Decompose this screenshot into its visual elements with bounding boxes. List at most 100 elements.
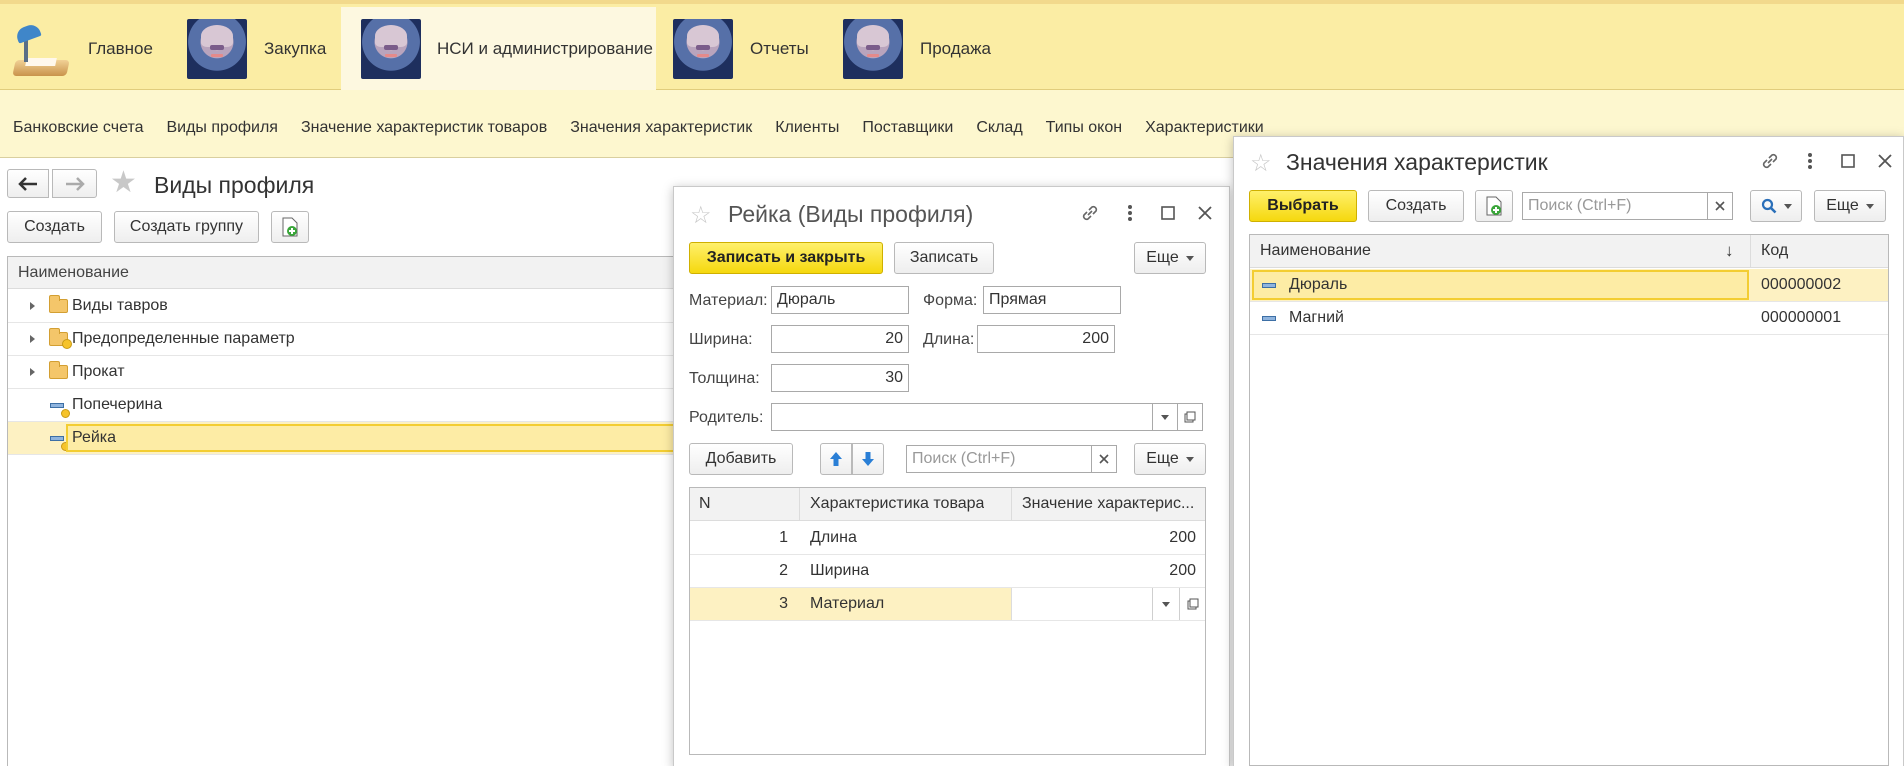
table-row[interactable]: Виды тавров [8,290,674,323]
section-purchase[interactable]: Закупка [187,7,327,91]
table-row-editing[interactable]: 3 Материал [690,588,1205,621]
section-reports-label: Отчеты [750,39,809,58]
chevron-down-icon [1162,601,1170,607]
favorite-star-icon[interactable]: ☆ [690,201,712,230]
clear-search-button[interactable] [1091,445,1117,473]
arrow-left-icon [18,176,37,191]
section-sales-icon [843,19,903,79]
parent-dropdown[interactable] [1152,403,1178,431]
copy-item-button[interactable] [1475,190,1513,222]
nav-bank-accounts[interactable]: Банковские счета [13,119,143,137]
create-button[interactable]: Создать [1368,190,1464,222]
selection-frame [66,424,686,452]
value-editor[interactable] [1011,588,1205,620]
parent-label: Родитель: [689,409,764,426]
section-sales[interactable]: Продажа [843,7,1003,91]
column-header-code[interactable]: Код [1761,242,1788,260]
chevron-down-icon [1161,414,1169,420]
table-search-input[interactable]: Поиск (Ctrl+F) [906,445,1092,473]
favorite-star-icon[interactable]: ☆ [1250,149,1272,178]
length-field[interactable]: 200 [977,325,1115,353]
maximize-icon[interactable] [1157,202,1179,224]
table-row[interactable]: Попечерина [8,389,674,422]
more-label: Еще [1146,249,1179,266]
predefined-element-icon [50,435,70,451]
maximize-icon[interactable] [1837,150,1859,172]
length-label: Длина: [923,331,975,348]
nav-profile-types[interactable]: Виды профиля [166,119,277,137]
open-form-icon [1187,598,1199,610]
search-input[interactable]: Поиск (Ctrl+F) [1522,192,1708,220]
save-and-close-button[interactable]: Записать и закрыть [689,242,883,274]
cell-n: 1 [779,529,788,546]
table-more-dropdown-button[interactable]: Еще [1134,443,1206,475]
more-dropdown-button[interactable]: Еще [1134,242,1206,274]
add-row-button[interactable]: Добавить [689,443,793,475]
clear-search-button[interactable] [1707,192,1733,220]
favorite-star-icon[interactable]: ★ [110,168,137,198]
close-icon[interactable] [1194,202,1216,224]
section-purchase-label: Закупка [264,39,327,58]
column-header-value[interactable]: Значение характерис... [1022,495,1202,513]
cell-n: 2 [779,562,788,579]
table-row[interactable]: Предопределенные параметр [8,323,674,356]
nav-characteristics[interactable]: Характеристики [1145,119,1264,137]
nav-product-characteristic-values[interactable]: Значение характеристик товаров [301,119,547,137]
nav-clients[interactable]: Клиенты [775,119,839,137]
window-title: Значения характеристик [1286,149,1548,175]
table-row-selected[interactable]: Рейка [8,422,686,455]
cell-value: 200 [1169,529,1196,546]
parent-open-button[interactable] [1177,403,1203,431]
create-button[interactable]: Создать [7,211,102,243]
parent-field[interactable] [771,403,1153,431]
close-icon[interactable] [1874,150,1896,172]
width-field[interactable]: 20 [771,325,909,353]
section-main[interactable]: Главное [8,7,158,91]
section-reports[interactable]: Отчеты [673,7,823,91]
table-row[interactable]: Магний 000000001 [1250,302,1888,335]
copy-item-button[interactable] [271,211,309,243]
nav-characteristic-values[interactable]: Значения характеристик [570,119,752,137]
create-group-button[interactable]: Создать группу [114,211,259,243]
expand-arrow-icon[interactable] [30,335,35,343]
page-title: Виды профиля [154,172,315,198]
section-nsi[interactable]: НСИ и администрирование [341,7,656,91]
column-header-name[interactable]: Наименование [8,257,674,289]
search-options-button[interactable] [1750,190,1802,222]
more-actions-icon[interactable] [1119,202,1141,224]
forward-button[interactable] [52,169,97,198]
predefined-folder-icon [49,328,72,349]
chevron-down-icon [1783,203,1792,209]
link-icon[interactable] [1759,150,1781,172]
nav-window-types[interactable]: Типы окон [1046,119,1122,137]
value-open-button[interactable] [1180,588,1206,620]
column-header-characteristic[interactable]: Характеристика товара [810,495,984,513]
value-dropdown[interactable] [1153,588,1179,620]
select-button[interactable]: Выбрать [1249,190,1357,222]
expand-arrow-icon[interactable] [30,368,35,376]
section-nsi-icon [361,19,421,79]
column-header-n[interactable]: N [699,495,711,513]
shape-field[interactable]: Прямая [983,286,1121,314]
material-field[interactable]: Дюраль [771,286,909,314]
window-title: Рейка (Виды профиля) [728,201,974,227]
table-row[interactable]: Прокат [8,356,674,389]
thickness-field[interactable]: 30 [771,364,909,392]
expand-arrow-icon[interactable] [30,302,35,310]
more-actions-icon[interactable] [1799,150,1821,172]
link-icon[interactable] [1079,202,1101,224]
item-form-window: ☆ Рейка (Виды профиля) Записать и закрыт… [673,186,1230,766]
move-down-button[interactable] [852,443,884,475]
nav-suppliers[interactable]: Поставщики [862,119,953,137]
table-row[interactable]: 2 Ширина 200 [690,555,1205,588]
more-dropdown-button[interactable]: Еще [1814,190,1886,222]
row-label: Виды тавров [72,297,168,314]
back-button[interactable] [7,169,49,198]
column-header-name[interactable]: Наименование [1260,242,1371,260]
move-up-button[interactable] [820,443,852,475]
table-row[interactable]: 1 Длина 200 [690,522,1205,555]
sort-descending-icon[interactable]: ↓ [1725,241,1734,261]
nav-warehouse[interactable]: Склад [976,119,1022,137]
save-button[interactable]: Записать [894,242,994,274]
table-row-selected[interactable]: Дюраль 000000002 [1250,269,1888,302]
